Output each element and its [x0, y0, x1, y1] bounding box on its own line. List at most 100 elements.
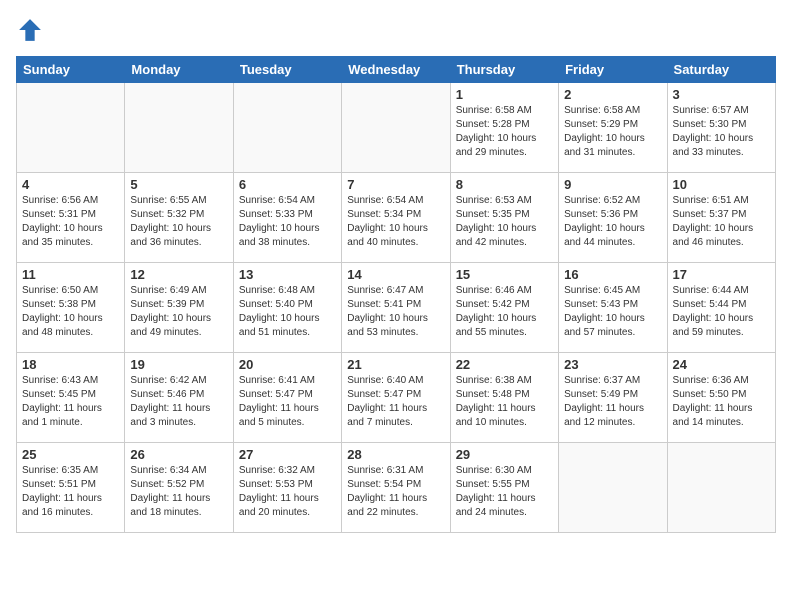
day-info: Sunrise: 6:53 AM Sunset: 5:35 PM Dayligh…: [456, 194, 553, 250]
day-info: Sunrise: 6:49 AM Sunset: 5:39 PM Dayligh…: [130, 284, 227, 340]
day-number: 19: [130, 357, 227, 372]
calendar-cell: 14 Sunrise: 6:47 AM Sunset: 5:41 PM Dayli…: [342, 263, 450, 353]
day-info: Sunrise: 6:31 AM Sunset: 5:54 PM Dayligh…: [347, 464, 444, 520]
weekday-header: Tuesday: [233, 57, 341, 83]
day-info: Sunrise: 6:58 AM Sunset: 5:28 PM Dayligh…: [456, 104, 553, 160]
day-number: 5: [130, 177, 227, 192]
day-number: 4: [22, 177, 119, 192]
calendar-cell: 9 Sunrise: 6:52 AM Sunset: 5:36 PM Daylig…: [559, 173, 667, 263]
day-info: Sunrise: 6:42 AM Sunset: 5:46 PM Dayligh…: [130, 374, 227, 430]
calendar-cell: 29 Sunrise: 6:30 AM Sunset: 5:55 PM Dayli…: [450, 443, 558, 533]
calendar-cell: [342, 83, 450, 173]
day-number: 14: [347, 267, 444, 282]
day-info: Sunrise: 6:41 AM Sunset: 5:47 PM Dayligh…: [239, 374, 336, 430]
day-number: 20: [239, 357, 336, 372]
day-number: 28: [347, 447, 444, 462]
day-number: 22: [456, 357, 553, 372]
calendar-cell: 5 Sunrise: 6:55 AM Sunset: 5:32 PM Daylig…: [125, 173, 233, 263]
day-info: Sunrise: 6:30 AM Sunset: 5:55 PM Dayligh…: [456, 464, 553, 520]
calendar-cell: 22 Sunrise: 6:38 AM Sunset: 5:48 PM Dayli…: [450, 353, 558, 443]
calendar-table: SundayMondayTuesdayWednesdayThursdayFrid…: [16, 56, 776, 533]
day-info: Sunrise: 6:35 AM Sunset: 5:51 PM Dayligh…: [22, 464, 119, 520]
calendar-cell: 8Sunrise: 6:53 AM Sunset: 5:35 PM Daylig…: [450, 173, 558, 263]
calendar-cell: 24 Sunrise: 6:36 AM Sunset: 5:50 PM Dayli…: [667, 353, 775, 443]
day-info: Sunrise: 6:37 AM Sunset: 5:49 PM Dayligh…: [564, 374, 661, 430]
day-info: Sunrise: 6:50 AM Sunset: 5:38 PM Dayligh…: [22, 284, 119, 340]
calendar-cell: 4 Sunrise: 6:56 AM Sunset: 5:31 PM Daylig…: [17, 173, 125, 263]
day-number: 27: [239, 447, 336, 462]
weekday-header: Sunday: [17, 57, 125, 83]
day-number: 13: [239, 267, 336, 282]
page-header: [16, 16, 776, 44]
calendar-cell: 3 Sunrise: 6:57 AM Sunset: 5:30 PM Daylig…: [667, 83, 775, 173]
calendar-cell: 21 Sunrise: 6:40 AM Sunset: 5:47 PM Dayli…: [342, 353, 450, 443]
day-info: Sunrise: 6:38 AM Sunset: 5:48 PM Dayligh…: [456, 374, 553, 430]
calendar-cell: 7Sunrise: 6:54 AM Sunset: 5:34 PM Daylig…: [342, 173, 450, 263]
day-number: 25: [22, 447, 119, 462]
calendar-cell: 6Sunrise: 6:54 AM Sunset: 5:33 PM Daylig…: [233, 173, 341, 263]
day-number: 24: [673, 357, 770, 372]
day-number: 21: [347, 357, 444, 372]
day-info: Sunrise: 6:56 AM Sunset: 5:31 PM Dayligh…: [22, 194, 119, 250]
calendar-cell: [559, 443, 667, 533]
calendar-cell: 2 Sunrise: 6:58 AM Sunset: 5:29 PM Daylig…: [559, 83, 667, 173]
day-number: 16: [564, 267, 661, 282]
logo: [16, 16, 48, 44]
day-info: Sunrise: 6:46 AM Sunset: 5:42 PM Dayligh…: [456, 284, 553, 340]
day-info: Sunrise: 6:45 AM Sunset: 5:43 PM Dayligh…: [564, 284, 661, 340]
calendar-cell: [125, 83, 233, 173]
calendar-cell: 28 Sunrise: 6:31 AM Sunset: 5:54 PM Dayli…: [342, 443, 450, 533]
day-number: 7: [347, 177, 444, 192]
calendar-cell: 15 Sunrise: 6:46 AM Sunset: 5:42 PM Dayli…: [450, 263, 558, 353]
day-number: 1: [456, 87, 553, 102]
calendar-cell: 12 Sunrise: 6:49 AM Sunset: 5:39 PM Dayli…: [125, 263, 233, 353]
calendar-cell: [17, 83, 125, 173]
day-number: 15: [456, 267, 553, 282]
calendar-cell: [667, 443, 775, 533]
calendar-cell: [233, 83, 341, 173]
day-info: Sunrise: 6:51 AM Sunset: 5:37 PM Dayligh…: [673, 194, 770, 250]
weekday-header: Thursday: [450, 57, 558, 83]
weekday-header: Monday: [125, 57, 233, 83]
calendar-week-row: 11Sunrise: 6:50 AM Sunset: 5:38 PM Dayli…: [17, 263, 776, 353]
calendar-cell: 23 Sunrise: 6:37 AM Sunset: 5:49 PM Dayli…: [559, 353, 667, 443]
day-number: 23: [564, 357, 661, 372]
calendar-week-row: 4 Sunrise: 6:56 AM Sunset: 5:31 PM Daylig…: [17, 173, 776, 263]
calendar-week-row: 1 Sunrise: 6:58 AM Sunset: 5:28 PM Daylig…: [17, 83, 776, 173]
calendar-cell: 17 Sunrise: 6:44 AM Sunset: 5:44 PM Dayli…: [667, 263, 775, 353]
calendar-cell: 1 Sunrise: 6:58 AM Sunset: 5:28 PM Daylig…: [450, 83, 558, 173]
logo-icon: [16, 16, 44, 44]
weekday-header: Saturday: [667, 57, 775, 83]
day-info: Sunrise: 6:44 AM Sunset: 5:44 PM Dayligh…: [673, 284, 770, 340]
calendar-header-row: SundayMondayTuesdayWednesdayThursdayFrid…: [17, 57, 776, 83]
day-number: 26: [130, 447, 227, 462]
weekday-header: Friday: [559, 57, 667, 83]
day-info: Sunrise: 6:58 AM Sunset: 5:29 PM Dayligh…: [564, 104, 661, 160]
day-number: 10: [673, 177, 770, 192]
day-number: 9: [564, 177, 661, 192]
day-info: Sunrise: 6:43 AM Sunset: 5:45 PM Dayligh…: [22, 374, 119, 430]
calendar-cell: 26Sunrise: 6:34 AM Sunset: 5:52 PM Dayli…: [125, 443, 233, 533]
day-number: 12: [130, 267, 227, 282]
calendar-cell: 11Sunrise: 6:50 AM Sunset: 5:38 PM Dayli…: [17, 263, 125, 353]
day-number: 2: [564, 87, 661, 102]
day-number: 17: [673, 267, 770, 282]
calendar-cell: 18 Sunrise: 6:43 AM Sunset: 5:45 PM Dayli…: [17, 353, 125, 443]
day-info: Sunrise: 6:57 AM Sunset: 5:30 PM Dayligh…: [673, 104, 770, 160]
day-number: 3: [673, 87, 770, 102]
weekday-header: Wednesday: [342, 57, 450, 83]
calendar-week-row: 18 Sunrise: 6:43 AM Sunset: 5:45 PM Dayli…: [17, 353, 776, 443]
day-info: Sunrise: 6:32 AM Sunset: 5:53 PM Dayligh…: [239, 464, 336, 520]
day-info: Sunrise: 6:40 AM Sunset: 5:47 PM Dayligh…: [347, 374, 444, 430]
day-info: Sunrise: 6:48 AM Sunset: 5:40 PM Dayligh…: [239, 284, 336, 340]
day-info: Sunrise: 6:47 AM Sunset: 5:41 PM Dayligh…: [347, 284, 444, 340]
day-number: 29: [456, 447, 553, 462]
calendar-cell: 25 Sunrise: 6:35 AM Sunset: 5:51 PM Dayli…: [17, 443, 125, 533]
day-info: Sunrise: 6:52 AM Sunset: 5:36 PM Dayligh…: [564, 194, 661, 250]
calendar-week-row: 25 Sunrise: 6:35 AM Sunset: 5:51 PM Dayli…: [17, 443, 776, 533]
day-info: Sunrise: 6:55 AM Sunset: 5:32 PM Dayligh…: [130, 194, 227, 250]
calendar-cell: 10 Sunrise: 6:51 AM Sunset: 5:37 PM Dayli…: [667, 173, 775, 263]
calendar-cell: 16 Sunrise: 6:45 AM Sunset: 5:43 PM Dayli…: [559, 263, 667, 353]
day-number: 18: [22, 357, 119, 372]
day-info: Sunrise: 6:36 AM Sunset: 5:50 PM Dayligh…: [673, 374, 770, 430]
